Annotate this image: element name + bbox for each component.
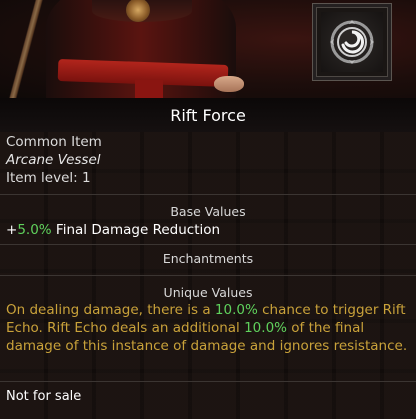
unique-values-header: Unique Values — [163, 285, 253, 300]
character-portrait — [0, 0, 416, 98]
unique-value-1: 10.0% — [214, 302, 258, 318]
rift-swirl-icon — [321, 12, 383, 72]
divider — [0, 381, 416, 382]
divider — [0, 275, 416, 276]
item-type: Arcane Vessel — [6, 152, 101, 168]
staff-art — [6, 0, 46, 98]
base-stat-line: +5.0% Final Damage Reduction — [6, 222, 220, 238]
base-values-header: Base Values — [170, 204, 246, 219]
item-level: Item level: 1 — [6, 170, 91, 186]
hand-art — [214, 76, 244, 92]
stat-label: Final Damage Reduction — [55, 222, 221, 238]
divider — [0, 194, 416, 195]
sale-status: Not for sale — [6, 389, 82, 404]
divider — [0, 244, 416, 245]
stat-sign: + — [6, 222, 18, 238]
item-icon-slot[interactable] — [312, 3, 392, 81]
unique-value-2: 10.0% — [244, 320, 287, 336]
unique-effect-text: On dealing damage, there is a 10.0% chan… — [6, 301, 410, 355]
item-tooltip: Rift Force Common Item Arcane Vessel Ite… — [0, 98, 416, 419]
item-name: Rift Force — [0, 98, 416, 132]
unique-text-1: On dealing damage, there is a — [6, 302, 215, 318]
sash-knot-art — [135, 80, 163, 98]
stat-value: 5.0% — [17, 222, 52, 238]
enchantments-header: Enchantments — [162, 251, 254, 266]
item-rarity: Common Item — [6, 134, 102, 150]
